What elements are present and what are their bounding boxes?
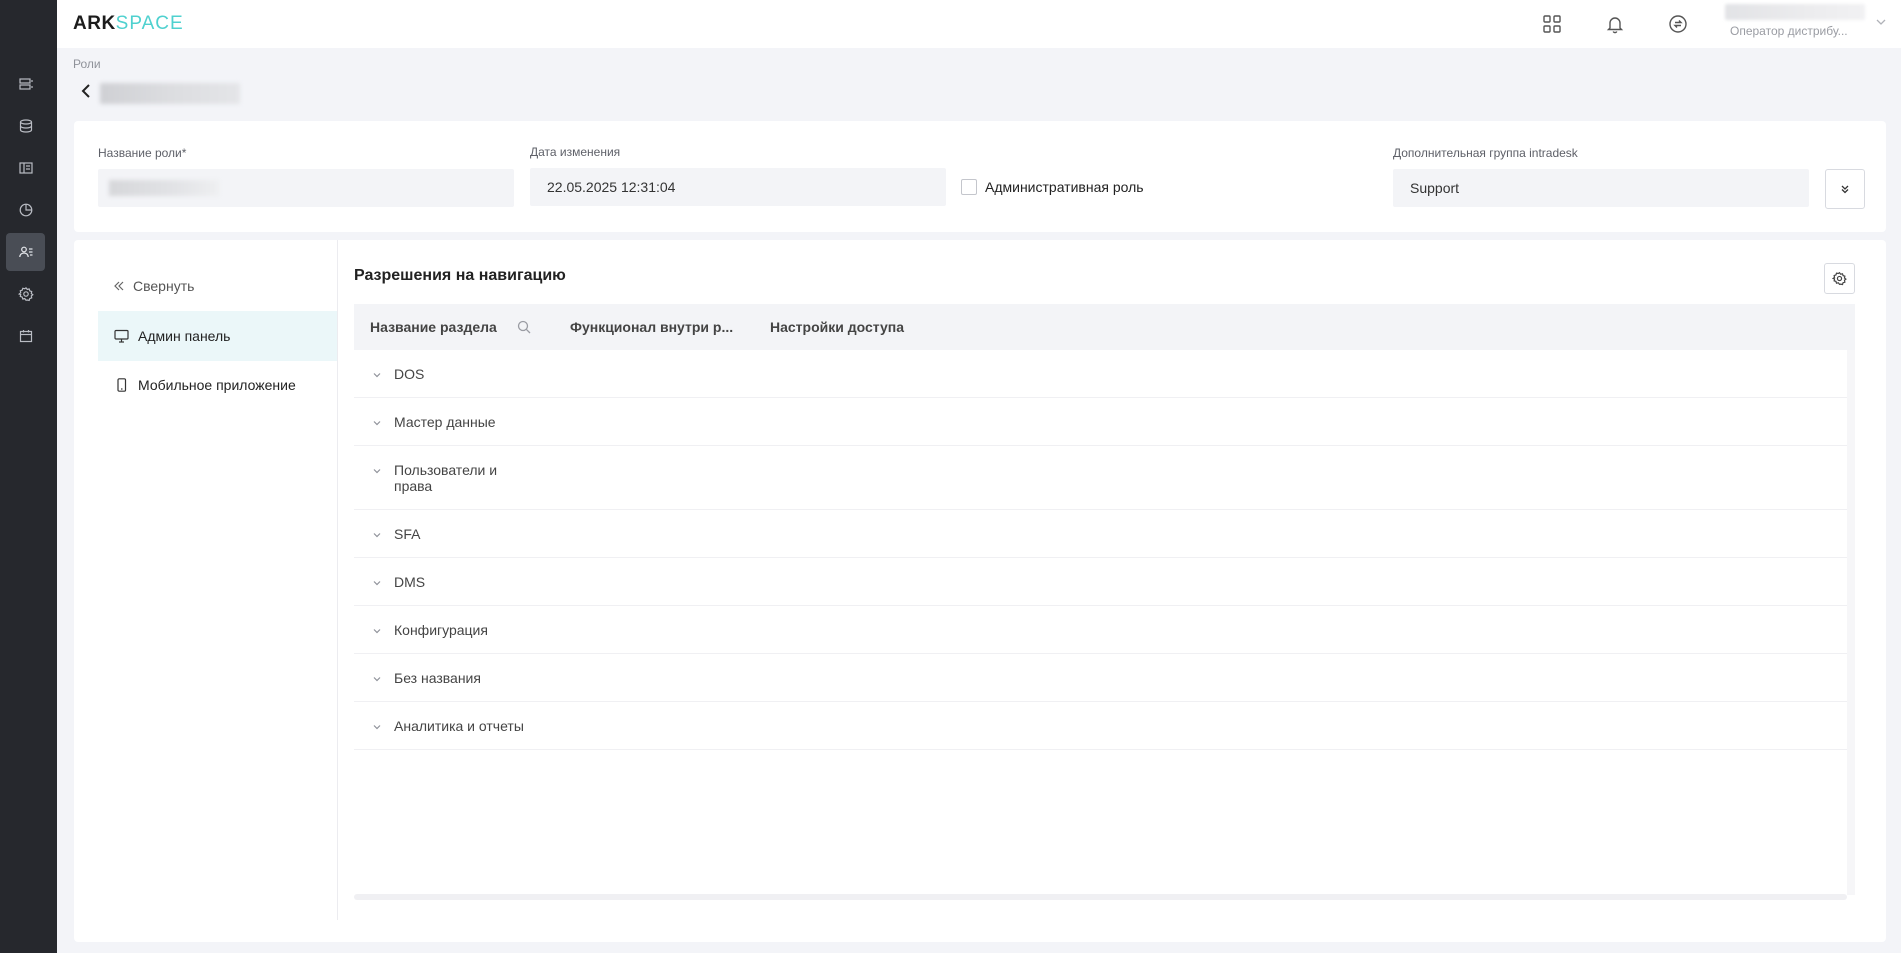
chevron-down-icon[interactable] [372, 578, 382, 588]
row-label: DOS [394, 366, 425, 382]
table-body: DOS Мастер данные Пользователи и права S… [354, 350, 1847, 895]
gear-icon [1832, 271, 1847, 286]
menu-item-mobile-app[interactable]: Мобильное приложение [98, 360, 337, 410]
table-row[interactable]: Без названия [354, 654, 1847, 702]
chevron-down-icon[interactable] [372, 530, 382, 540]
menu-item-label: Админ панель [138, 328, 231, 344]
bell-icon [1606, 17, 1624, 34]
database-icon [19, 119, 32, 133]
role-name-input[interactable] [98, 169, 514, 207]
table-row[interactable]: SFA [354, 510, 1847, 558]
chevron-down-icon[interactable] [372, 466, 382, 476]
table-row[interactable]: Пользователи и права [354, 446, 1847, 510]
table-settings-button[interactable] [1824, 263, 1855, 294]
table-row[interactable]: DOS [354, 350, 1847, 398]
list-panel-icon [18, 78, 33, 90]
platform-menu: Свернуть Админ панель Мобильное приложен… [98, 240, 338, 920]
section-title: Разрешения на навигацию [354, 267, 566, 284]
chevron-down-icon[interactable] [372, 418, 382, 428]
logo-accent: SPACE [115, 13, 184, 34]
sidebar-item-settings[interactable] [6, 275, 45, 313]
search-icon[interactable] [517, 320, 531, 334]
role-name-label: Название роли* [98, 146, 187, 160]
app-logo[interactable]: ARK SPACE [73, 13, 184, 35]
permissions-card: Свернуть Админ панель Мобильное приложен… [74, 240, 1886, 942]
notifications-button[interactable] [1603, 12, 1627, 36]
calendar-icon [19, 330, 32, 343]
table-row[interactable]: Конфигурация [354, 606, 1847, 654]
row-label: Конфигурация [394, 622, 488, 638]
admin-role-label[interactable]: Административная роль [985, 179, 1144, 195]
row-label: Пользователи и права [394, 462, 498, 494]
pie-chart-icon [19, 203, 32, 217]
vertical-scrollbar[interactable] [1847, 350, 1855, 895]
role-name-redacted [109, 180, 219, 196]
admin-role-checkbox[interactable] [961, 179, 977, 195]
sidebar-item-database[interactable] [6, 107, 45, 145]
mobile-icon [117, 378, 127, 392]
apps-grid-icon [1543, 15, 1561, 33]
page-title-redacted [100, 83, 240, 104]
arrow-left-icon [81, 84, 90, 98]
sidebar-item-dashboard[interactable] [6, 65, 45, 103]
row-label: Без названия [394, 670, 481, 686]
table-header: Название раздела Функционал внутри р... … [354, 304, 1855, 350]
sidebar-item-users[interactable] [6, 233, 45, 271]
table-row[interactable]: Мастер данные [354, 398, 1847, 446]
menu-item-admin-panel[interactable]: Админ панель [98, 311, 337, 361]
row-label: Аналитика и отчеты [394, 718, 524, 734]
chevron-down-icon[interactable] [372, 370, 382, 380]
column-header-functional[interactable]: Функционал внутри р... [570, 319, 733, 335]
row-label: SFA [394, 526, 421, 542]
collapse-button[interactable]: Свернуть [113, 278, 194, 294]
user-name-redacted [1725, 4, 1865, 20]
double-chevron-left-icon [114, 281, 124, 291]
chevron-down-icon[interactable] [372, 722, 382, 732]
app-sidebar [0, 0, 57, 953]
date-field: 22.05.2025 12:31:04 [530, 168, 946, 206]
sync-icon [1669, 15, 1687, 33]
sync-button[interactable] [1666, 12, 1690, 36]
layout-icon [18, 162, 33, 174]
top-bar: ARK SPACE Оператор дистрибу... [57, 0, 1901, 48]
breadcrumb[interactable]: Роли [73, 57, 101, 71]
group-label: Дополнительная группа intradesk [1393, 146, 1578, 160]
horizontal-scrollbar[interactable] [354, 894, 1847, 900]
expand-button[interactable] [1825, 169, 1865, 209]
row-label: DMS [394, 574, 426, 590]
column-header-section[interactable]: Название раздела [370, 319, 497, 335]
date-label: Дата изменения [530, 145, 621, 159]
chevron-down-icon[interactable] [372, 626, 382, 636]
table-row[interactable]: Аналитика и отчеты [354, 702, 1847, 750]
sidebar-item-calendar[interactable] [6, 317, 45, 355]
user-menu[interactable]: Оператор дистрибу... [1725, 2, 1890, 42]
gear-icon [17, 286, 34, 302]
permissions-table: Название раздела Функционал внутри р... … [354, 304, 1855, 902]
collapse-label: Свернуть [133, 278, 195, 294]
chevron-down-icon[interactable] [372, 674, 382, 684]
row-label: Мастер данные [394, 414, 496, 430]
logo-main: ARK [73, 13, 116, 34]
back-button[interactable] [79, 83, 93, 99]
chevron-down-icon [1876, 19, 1886, 25]
sidebar-item-layout[interactable] [6, 149, 45, 187]
column-header-access[interactable]: Настройки доступа [770, 319, 904, 335]
sidebar-item-analytics[interactable] [6, 191, 45, 229]
user-role: Оператор дистрибу... [1730, 24, 1848, 38]
double-chevron-down-icon [1841, 185, 1849, 194]
role-form-card: Название роли* Дата изменения 22.05.2025… [74, 121, 1886, 232]
group-select[interactable]: Support [1393, 169, 1809, 207]
apps-grid-button[interactable] [1540, 12, 1564, 36]
table-row[interactable]: DMS [354, 558, 1847, 606]
users-icon [18, 246, 32, 258]
monitor-icon [114, 329, 129, 343]
menu-item-label: Мобильное приложение [138, 377, 296, 393]
